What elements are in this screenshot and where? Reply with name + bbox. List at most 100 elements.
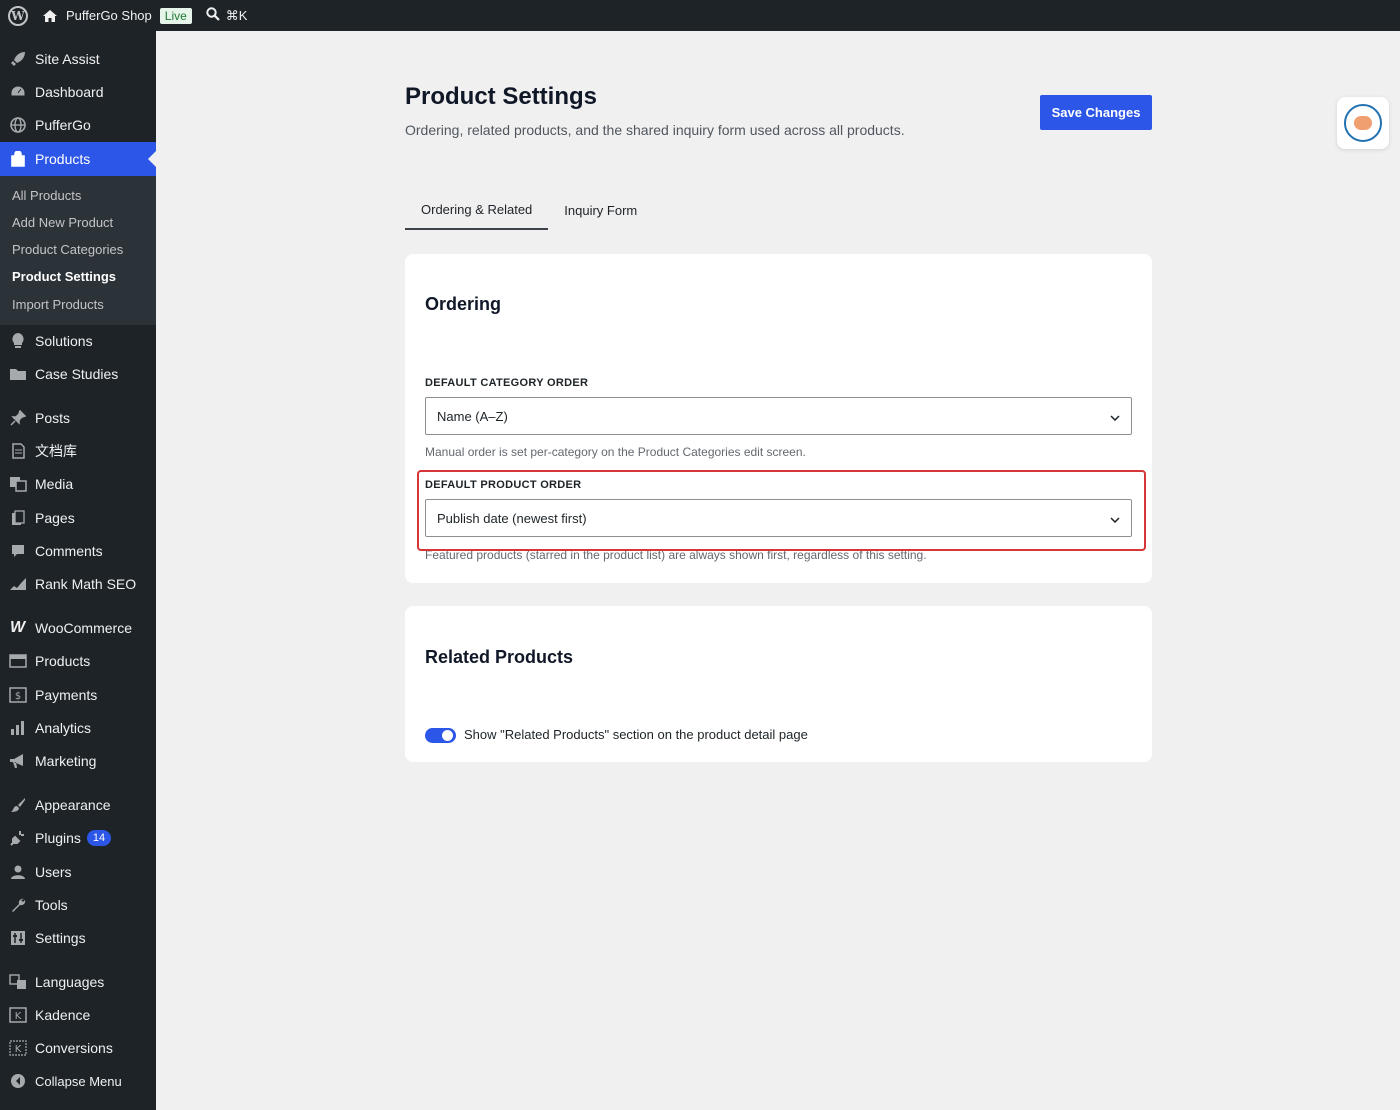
related-products-card: Related Products Show "Related Products"… (405, 606, 1152, 762)
sidebar-item-label: Marketing (35, 753, 97, 769)
kadence-icon: K (0, 998, 35, 1032)
sidebar-item-label: Settings (35, 930, 86, 946)
ordering-heading: Ordering (425, 294, 502, 314)
category-order-select[interactable]: Name (A–Z) (425, 397, 1132, 435)
collapse-menu-button[interactable]: Collapse Menu (0, 1064, 156, 1098)
sidebar-item-label: WooCommerce (35, 620, 132, 636)
sidebar-item-label: Solutions (35, 333, 93, 349)
svg-text:$: $ (14, 691, 20, 702)
submenu-import-products[interactable]: Import Products (12, 297, 104, 312)
sidebar-item-products[interactable]: Products (0, 142, 156, 176)
sidebar-item-label: Products (35, 151, 91, 167)
sidebar-item-media[interactable]: Media (0, 467, 156, 501)
wrench-icon (0, 888, 35, 922)
submenu-product-categories[interactable]: Product Categories (12, 242, 123, 257)
category-order-value: Name (A–Z) (437, 408, 508, 424)
page-title: Product Settings (405, 83, 598, 110)
rocket-icon (0, 42, 35, 76)
user-icon (0, 855, 35, 889)
sidebar-item-plugins[interactable]: Plugins 14 (0, 821, 156, 855)
brush-icon (0, 788, 35, 822)
chevron-down-icon (1110, 511, 1120, 526)
sidebar-item-puffergo[interactable]: PufferGo (0, 108, 156, 142)
sidebar-item-label: Plugins (35, 830, 81, 846)
tab-inquiry-form[interactable]: Inquiry Form (548, 191, 653, 230)
product-order-select[interactable]: Publish date (newest first) (425, 499, 1132, 537)
ordering-card: Ordering DEFAULT CATEGORY ORDER Name (A–… (405, 254, 1152, 583)
sidebar-item-languages[interactable]: Languages (0, 965, 156, 999)
pages-icon (0, 501, 35, 535)
sidebar-item-payments[interactable]: $ Payments (0, 678, 156, 712)
sidebar-item-label: Pages (35, 510, 75, 526)
megaphone-icon (0, 744, 35, 778)
site-home-link[interactable]: PufferGo Shop Live (36, 0, 198, 31)
svg-text:K: K (14, 1044, 21, 1055)
analytics-icon (0, 711, 35, 745)
sidebar-item-woocommerce[interactable]: W WooCommerce (0, 611, 156, 645)
payments-icon: $ (0, 678, 35, 712)
sidebar-item-label: Collapse Menu (35, 1073, 122, 1089)
submenu-product-settings[interactable]: Product Settings (12, 269, 116, 284)
sidebar-item-label: Languages (35, 974, 105, 990)
sidebar-item-label: Users (35, 864, 72, 880)
sidebar-item-settings[interactable]: Settings (0, 921, 156, 955)
admin-bar: W PufferGo Shop Live ⌘K (0, 0, 1400, 31)
sidebar-item-label: Payments (35, 687, 98, 703)
sidebar-item-rank-math[interactable]: Rank Math SEO (0, 567, 156, 601)
sidebar-item-label: Comments (35, 543, 103, 559)
submenu-all-products[interactable]: All Products (12, 188, 81, 203)
sidebar-item-label: 文档库 (35, 443, 77, 459)
sidebar-item-pages[interactable]: Pages (0, 501, 156, 535)
admin-sidebar: All Products Add New Product Product Cat… (0, 31, 156, 1110)
sidebar-item-docs[interactable]: 文档库 (0, 434, 156, 468)
pin-icon (0, 401, 35, 435)
sidebar-item-comments[interactable]: Comments (0, 534, 156, 568)
wordpress-logo-icon[interactable]: W (0, 0, 36, 31)
sidebar-item-analytics[interactable]: Analytics (0, 711, 156, 745)
home-icon (42, 9, 58, 23)
sidebar-item-dashboard[interactable]: Dashboard (0, 75, 156, 109)
globe-icon (0, 108, 35, 142)
product-order-help: Featured products (starred in the produc… (425, 548, 927, 562)
sidebar-item-tools[interactable]: Tools (0, 888, 156, 922)
assistant-face-icon (1354, 116, 1372, 130)
product-order-value: Publish date (newest first) (437, 510, 587, 526)
collapse-icon (0, 1064, 35, 1098)
sidebar-item-label: Dashboard (35, 84, 104, 100)
sidebar-item-appearance[interactable]: Appearance (0, 788, 156, 822)
assistant-avatar-button[interactable] (1337, 97, 1389, 149)
sidebar-item-kadence[interactable]: K Kadence (0, 998, 156, 1032)
chevron-down-icon (1110, 409, 1120, 424)
folder-icon (0, 357, 35, 391)
sidebar-item-solutions[interactable]: Solutions (0, 324, 156, 358)
svg-text:K: K (14, 1011, 21, 1022)
submenu-add-new-product[interactable]: Add New Product (12, 215, 113, 230)
dashboard-icon (0, 75, 35, 109)
save-changes-button[interactable]: Save Changes (1040, 95, 1152, 130)
sidebar-item-marketing[interactable]: Marketing (0, 744, 156, 778)
woocommerce-icon: W (9, 619, 26, 636)
sidebar-item-posts[interactable]: Posts (0, 401, 156, 435)
sidebar-item-label: PufferGo (35, 117, 91, 133)
related-products-heading: Related Products (425, 647, 574, 667)
admin-search-button[interactable]: ⌘K (198, 0, 256, 31)
archive-icon (0, 644, 35, 678)
related-products-toggle[interactable] (425, 728, 456, 743)
sidebar-item-label: Conversions (35, 1040, 113, 1056)
tab-ordering-related[interactable]: Ordering & Related (405, 191, 549, 230)
sidebar-item-conversions[interactable]: K Conversions (0, 1031, 156, 1065)
sidebar-item-label: Analytics (35, 720, 92, 736)
translate-icon (0, 965, 35, 999)
sidebar-item-users[interactable]: Users (0, 855, 156, 889)
shortcut-hint: ⌘K (225, 7, 248, 23)
sidebar-item-site-assist[interactable]: Site Assist (0, 42, 156, 76)
main-content: Product Settings Ordering, related produ… (156, 31, 1400, 1110)
sidebar-item-woo-products[interactable]: Products (0, 644, 156, 678)
products-icon (0, 142, 35, 176)
related-products-toggle-label: Show "Related Products" section on the p… (464, 727, 808, 742)
sidebar-item-label: Site Assist (35, 51, 100, 67)
media-icon (0, 467, 35, 501)
status-badge: Live (159, 7, 192, 24)
sidebar-item-case-studies[interactable]: Case Studies (0, 357, 156, 391)
sliders-icon (0, 921, 35, 955)
